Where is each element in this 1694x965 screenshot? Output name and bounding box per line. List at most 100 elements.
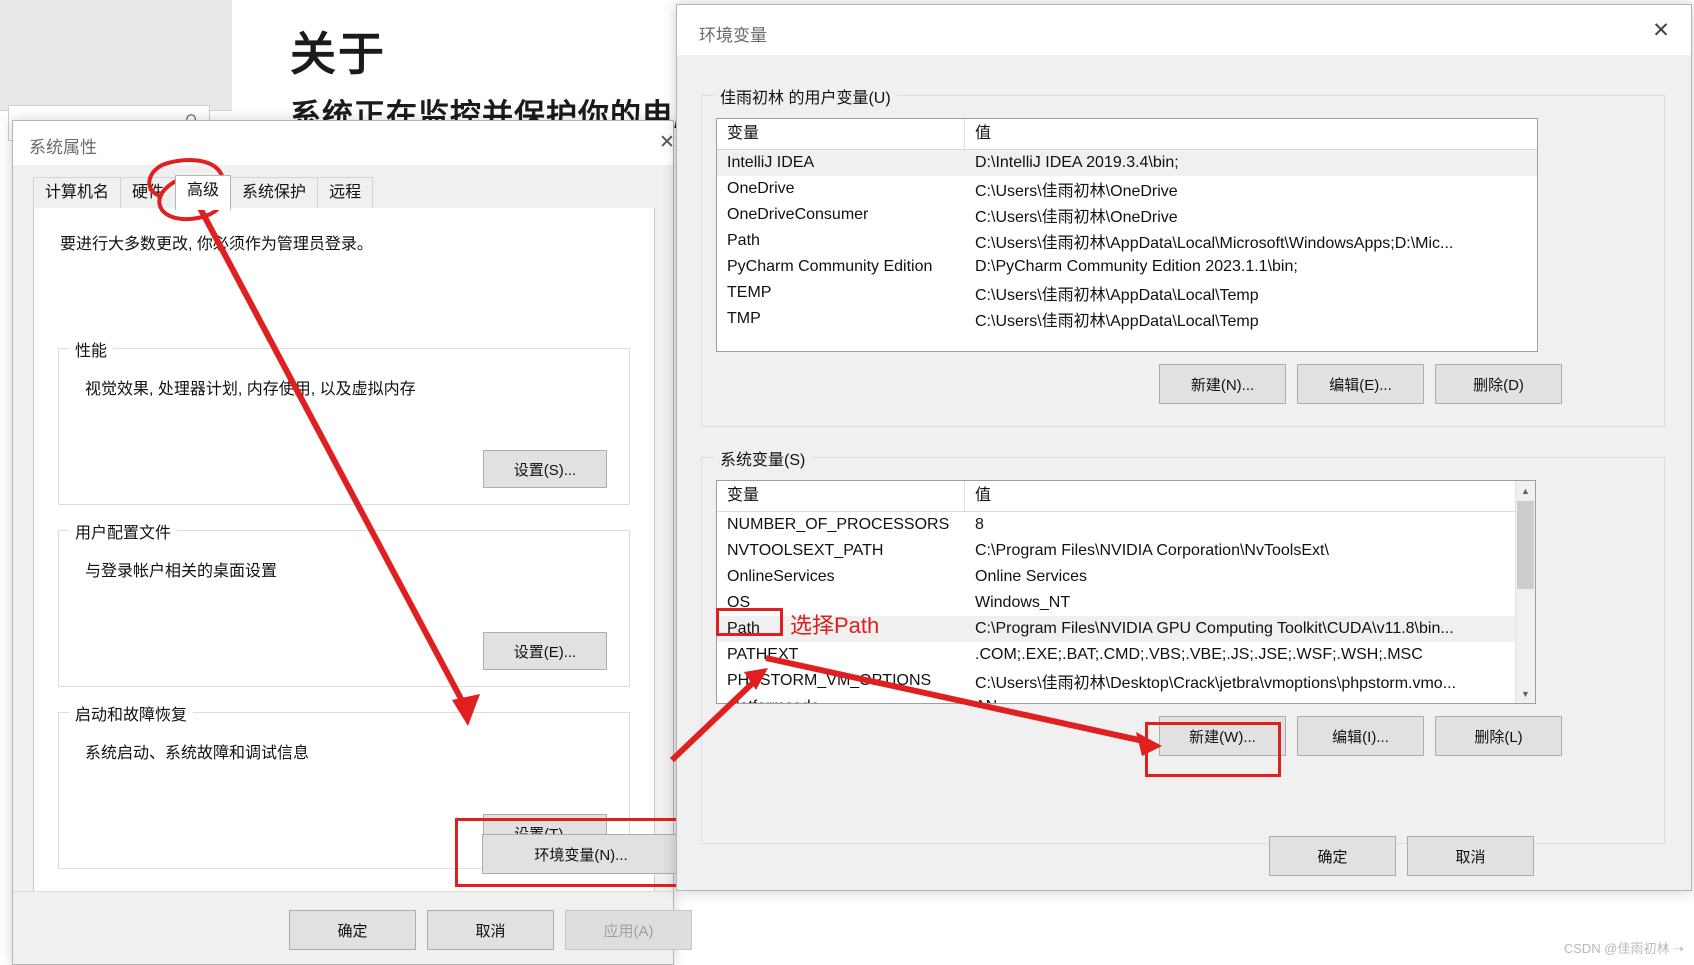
table-row[interactable]: PyCharm Community Edition D:\PyCharm Com… [717, 254, 1537, 280]
user-profiles-group-legend: 用户配置文件 [69, 519, 178, 543]
scroll-down-icon[interactable]: ▼ [1516, 684, 1535, 703]
system-edit-button[interactable]: 编辑(I)... [1297, 716, 1424, 756]
table-row[interactable]: PHPSTORM_VM_OPTIONS C:\Users\佳雨初林\Deskto… [717, 668, 1535, 694]
table-row[interactable]: OneDrive C:\Users\佳雨初林\OneDrive [717, 176, 1537, 202]
table-row[interactable]: TMP C:\Users\佳雨初林\AppData\Local\Temp [717, 306, 1537, 332]
tab-system-protection[interactable]: 系统保护 [230, 177, 319, 210]
system-var-name: PATHEXT [727, 646, 799, 663]
system-var-value: Online Services [975, 568, 1088, 585]
environment-variables-titlebar: 环境变量 ✕ [677, 5, 1691, 55]
tab-computer-name[interactable]: 计算机名 [33, 177, 122, 210]
tab-advanced[interactable]: 高级 [175, 175, 232, 210]
user-var-value: C:\Users\佳雨初林\AppData\Local\Microsoft\Wi… [975, 235, 1454, 252]
table-row[interactable]: TEMP C:\Users\佳雨初林\AppData\Local\Temp [717, 280, 1537, 306]
user-variables-table-header: 变量 值 [717, 119, 1537, 150]
user-var-value: C:\Users\佳雨初林\OneDrive [975, 183, 1178, 200]
path-row-highlight-box [716, 608, 783, 636]
system-variables-table[interactable]: 变量 值 NUMBER_OF_PROCESSORS 8 NVTOOLSEXT_P… [716, 480, 1536, 704]
performance-group: 性能 视觉效果, 处理器计划, 内存使用, 以及虚拟内存 设置(S)... [58, 337, 630, 505]
admin-login-note: 要进行大多数更改, 你必须作为管理员登录。 [60, 236, 373, 253]
user-var-name: Path [727, 232, 760, 249]
scroll-up-icon[interactable]: ▲ [1516, 481, 1535, 500]
table-row[interactable]: Path C:\Users\佳雨初林\AppData\Local\Microso… [717, 228, 1537, 254]
table-row[interactable]: NVTOOLSEXT_PATH C:\Program Files\NVIDIA … [717, 538, 1535, 564]
env-ok-button[interactable]: 确定 [1269, 836, 1396, 876]
user-var-value: C:\Users\佳雨初林\AppData\Local\Temp [975, 313, 1259, 330]
column-header-variable: 变量 [717, 119, 965, 149]
system-var-value: C:\Program Files\NVIDIA GPU Computing To… [975, 620, 1454, 637]
user-var-value: C:\Users\佳雨初林\OneDrive [975, 209, 1178, 226]
user-var-name: TEMP [727, 284, 772, 301]
column-header-value: 值 [975, 487, 992, 504]
user-delete-button[interactable]: 删除(D) [1435, 364, 1562, 404]
user-variables-group-legend: 佳雨初林 的用户变量(U) [714, 84, 897, 108]
table-row[interactable]: OneDriveConsumer C:\Users\佳雨初林\OneDrive [717, 202, 1537, 228]
sysprops-apply-button[interactable]: 应用(A) [565, 910, 692, 950]
system-var-value: Windows_NT [975, 594, 1071, 611]
system-variables-group: 系统变量(S) 变量 值 NUMBER_OF_PROCESSORS 8 NVTO… [701, 446, 1665, 844]
system-properties-title: 系统属性 [29, 138, 97, 157]
system-variables-group-legend: 系统变量(S) [714, 446, 812, 470]
performance-settings-button[interactable]: 设置(S)... [483, 450, 607, 488]
column-header-variable: 变量 [717, 481, 965, 511]
table-row[interactable]: IntelliJ IDEA D:\IntelliJ IDEA 2019.3.4\… [717, 150, 1537, 176]
system-var-value: C:\Program Files\NVIDIA Corporation\NvTo… [975, 542, 1329, 559]
system-var-value: 8 [975, 516, 984, 533]
watermark: CSDN @佳雨初林 ➝ [1563, 941, 1684, 956]
new-button-highlight-box [1145, 722, 1281, 777]
close-icon[interactable]: ✕ [1639, 17, 1683, 45]
env-cancel-button[interactable]: 取消 [1407, 836, 1534, 876]
system-properties-footer: 确定 取消 应用(A) [13, 891, 692, 964]
system-var-name: NVTOOLSEXT_PATH [727, 542, 884, 559]
environment-variables-footer: 确定 取消 [677, 822, 1691, 890]
user-var-name: OneDriveConsumer [727, 206, 869, 223]
environment-variables-highlight-box: 环境变量(N)... [455, 818, 705, 887]
user-var-name: IntelliJ IDEA [727, 154, 815, 171]
tab-hardware[interactable]: 硬件 [120, 177, 177, 210]
system-var-name: PHPSTORM_VM_OPTIONS [727, 672, 932, 689]
system-var-name: OnlineServices [727, 568, 835, 585]
background-panel-left [0, 0, 233, 111]
user-variables-table[interactable]: 变量 值 IntelliJ IDEA D:\IntelliJ IDEA 2019… [716, 118, 1538, 352]
table-row[interactable]: NUMBER_OF_PROCESSORS 8 [717, 512, 1535, 538]
user-var-value: D:\IntelliJ IDEA 2019.3.4\bin; [975, 154, 1179, 171]
startup-recovery-group-legend: 启动和故障恢复 [69, 701, 194, 725]
user-var-name: TMP [727, 310, 761, 327]
user-profiles-settings-button[interactable]: 设置(E)... [483, 632, 607, 670]
system-variables-scrollbar[interactable]: ▲ ▼ [1515, 481, 1535, 703]
system-var-name: NUMBER_OF_PROCESSORS [727, 516, 950, 533]
user-var-value: D:\PyCharm Community Edition 2023.1.1\bi… [975, 258, 1298, 275]
sysprops-ok-button[interactable]: 确定 [289, 910, 416, 950]
user-profiles-group-description: 与登录帐户相关的桌面设置 [85, 563, 278, 580]
system-properties-tabs: 计算机名 硬件 高级 系统保护 远程 [13, 165, 673, 210]
system-properties-titlebar: 系统属性 ✕ [13, 121, 675, 166]
table-row[interactable]: platformcode AN [717, 694, 1535, 703]
system-variables-table-header: 变量 值 [717, 481, 1535, 512]
environment-variables-title: 环境变量 [699, 26, 767, 45]
system-var-value: .COM;.EXE;.BAT;.CMD;.VBS;.VBE;.JS;.JSE;.… [975, 646, 1423, 663]
scrollbar-thumb[interactable] [1517, 501, 1534, 589]
sysprops-cancel-button[interactable]: 取消 [427, 910, 554, 950]
tab-remote[interactable]: 远程 [317, 177, 374, 210]
user-profiles-group: 用户配置文件 与登录帐户相关的桌面设置 设置(E)... [58, 519, 630, 687]
select-path-annotation-label: 选择Path [790, 613, 880, 638]
user-var-value: C:\Users\佳雨初林\AppData\Local\Temp [975, 287, 1259, 304]
column-header-value: 值 [975, 125, 992, 142]
user-var-name: OneDrive [727, 180, 795, 197]
advanced-tab-panel: 要进行大多数更改, 你必须作为管理员登录。 性能 视觉效果, 处理器计划, 内存… [33, 208, 705, 904]
environment-variables-button[interactable]: 环境变量(N)... [482, 834, 680, 874]
system-var-name: platformcode [717, 698, 965, 703]
system-properties-window: 系统属性 ✕ 计算机名 硬件 高级 系统保护 远程 要进行大多数更改, 你必须作… [12, 120, 705, 965]
user-edit-button[interactable]: 编辑(E)... [1297, 364, 1424, 404]
performance-group-legend: 性能 [69, 337, 114, 361]
system-var-value: AN [965, 698, 1535, 703]
user-variables-group: 佳雨初林 的用户变量(U) 变量 值 IntelliJ IDEA D:\Inte… [701, 84, 1665, 427]
startup-recovery-group-description: 系统启动、系统故障和调试信息 [85, 745, 310, 762]
performance-group-description: 视觉效果, 处理器计划, 内存使用, 以及虚拟内存 [85, 381, 416, 398]
table-row[interactable]: PATHEXT .COM;.EXE;.BAT;.CMD;.VBS;.VBE;.J… [717, 642, 1535, 668]
about-page-title: 关于 [290, 28, 386, 80]
table-row[interactable]: OnlineServices Online Services [717, 564, 1535, 590]
user-var-name: PyCharm Community Edition [727, 258, 933, 275]
user-new-button[interactable]: 新建(N)... [1159, 364, 1286, 404]
system-delete-button[interactable]: 删除(L) [1435, 716, 1562, 756]
